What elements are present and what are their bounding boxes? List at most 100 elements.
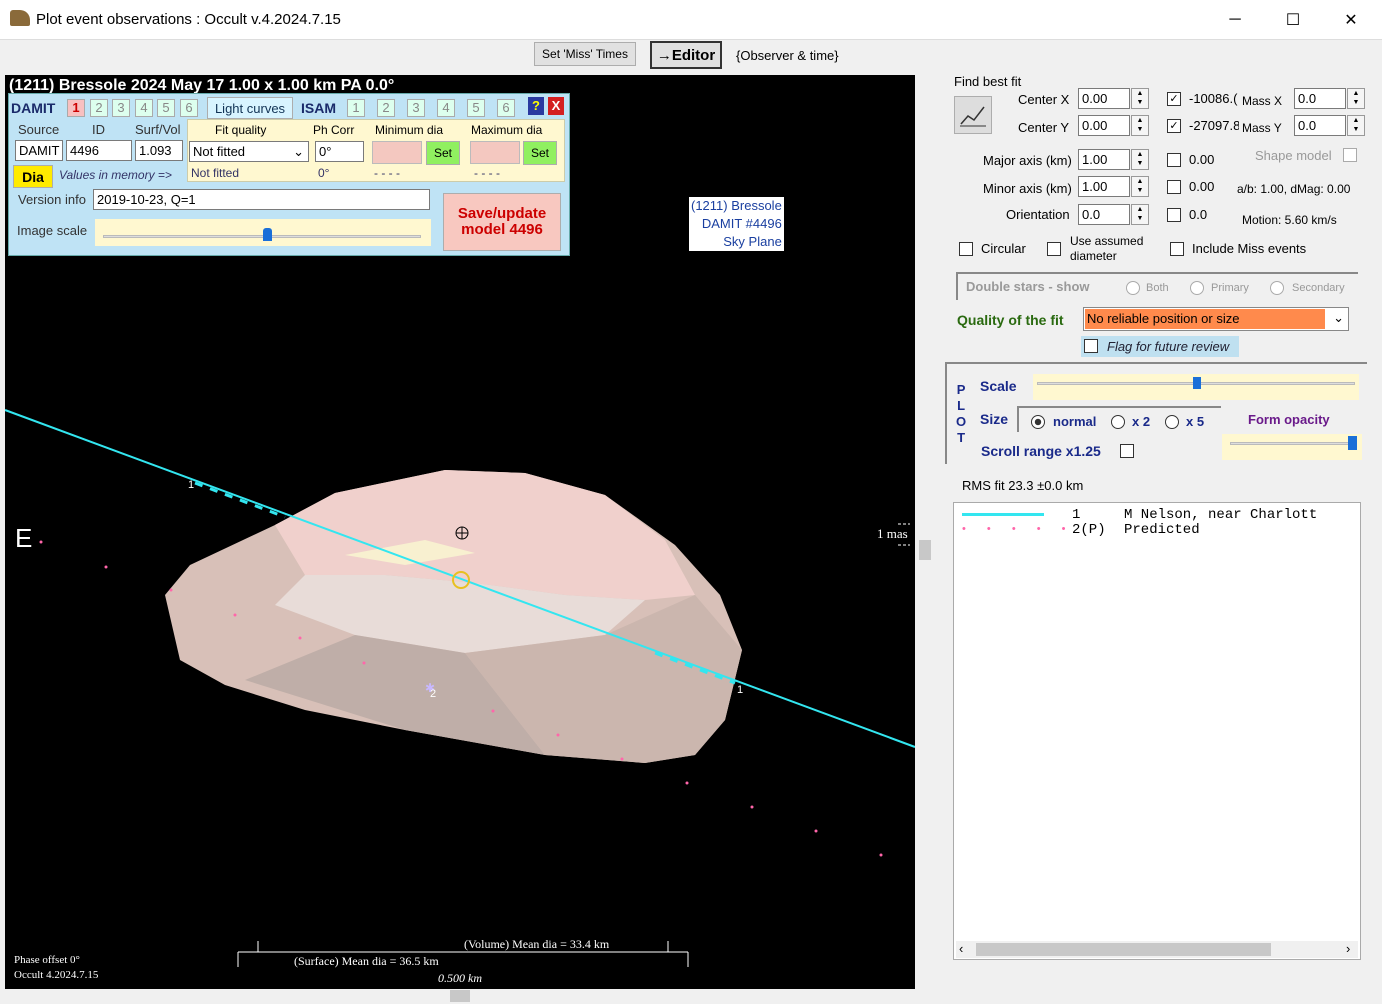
source-field[interactable]: DAMIT	[15, 140, 63, 161]
predicted-label: 2	[430, 688, 437, 700]
size-label: Size	[980, 411, 1009, 427]
center-x-field[interactable]: 0.00	[1078, 88, 1130, 109]
damit-tab-4[interactable]: 4	[135, 99, 153, 117]
plot-hscrollbar[interactable]	[5, 989, 915, 1003]
surface-dia: (Surface) Mean dia = 36.5 km	[294, 954, 439, 968]
damit-tab-2[interactable]: 2	[90, 99, 108, 117]
form-opacity-label: Form opacity	[1248, 412, 1330, 427]
quality-select[interactable]: No reliable position or size ⌄	[1083, 307, 1349, 331]
minimize-button[interactable]: ─	[1206, 0, 1264, 40]
image-scale-thumb[interactable]	[263, 228, 272, 241]
id-field[interactable]: 4496	[66, 140, 132, 161]
scroll-range-label: Scroll range x1.25	[981, 443, 1101, 459]
chord-label-2: 1	[737, 684, 744, 696]
light-curves-button[interactable]: Light curves	[207, 97, 293, 119]
scale-slider[interactable]	[1033, 374, 1359, 400]
fit-quality-select[interactable]: Not fitted ⌄	[189, 141, 309, 162]
scroll-left-icon[interactable]: ‹	[959, 941, 963, 956]
shape-model-panel: DAMIT 1 2 3 4 5 6 Light curves ISAM 1 2 …	[8, 93, 570, 256]
app-icon	[10, 10, 30, 26]
min-dia-field[interactable]	[372, 141, 422, 164]
panel-close-button[interactable]: X	[548, 97, 564, 115]
save-update-model-button[interactable]: Save/update model 4496	[443, 193, 561, 251]
isam-tab-3[interactable]: 3	[407, 99, 425, 117]
orientation-spinner[interactable]: ▲ ▼	[1131, 204, 1149, 225]
isam-tab-1[interactable]: 1	[347, 99, 365, 117]
center-y-field[interactable]: 0.00	[1078, 115, 1130, 136]
both-radio[interactable]	[1126, 281, 1140, 295]
damit-label: DAMIT	[11, 100, 56, 116]
observer-legend-list[interactable]: 1 M Nelson, near Charlott • • • • • 2(P)…	[953, 502, 1361, 960]
damit-tab-1[interactable]: 1	[67, 99, 85, 117]
center-x-spinner[interactable]: ▲ ▼	[1131, 88, 1149, 109]
plot-vscrollbar[interactable]	[917, 75, 933, 989]
flag-review-checkbox[interactable]	[1084, 339, 1098, 353]
circular-checkbox[interactable]	[959, 242, 973, 256]
maximize-button[interactable]: ☐	[1264, 0, 1322, 40]
shape-model-checkbox[interactable]	[1343, 148, 1357, 162]
orientation-field[interactable]: 0.0	[1078, 204, 1130, 225]
mass-y-spinner[interactable]: ▲ ▼	[1347, 115, 1365, 136]
legend-scroll-thumb[interactable]	[976, 943, 1271, 956]
object-label-plane: Sky Plane	[723, 234, 782, 249]
rms-fit: RMS fit 23.3 ±0.0 km	[962, 478, 1084, 493]
close-button[interactable]: ✕	[1322, 0, 1380, 40]
isam-tab-5[interactable]: 5	[467, 99, 485, 117]
form-opacity-slider[interactable]	[1222, 434, 1362, 460]
scale-thumb[interactable]	[1193, 377, 1201, 389]
center-y-spinner[interactable]: ▲ ▼	[1131, 115, 1149, 136]
minor-axis-checkbox[interactable]	[1167, 180, 1181, 194]
secondary-radio[interactable]	[1270, 281, 1284, 295]
center-x-label: Center X	[1018, 92, 1070, 107]
mass-x-spinner[interactable]: ▲ ▼	[1347, 88, 1365, 109]
damit-tab-6[interactable]: 6	[180, 99, 198, 117]
observer-time-label[interactable]: {Observer & time}	[736, 48, 839, 63]
help-button[interactable]: ?	[528, 97, 544, 115]
mass-y-field[interactable]: 0.0	[1294, 115, 1346, 136]
set-min-dia-button[interactable]: Set	[426, 141, 460, 165]
isam-tab-4[interactable]: 4	[437, 99, 455, 117]
form-opacity-thumb[interactable]	[1348, 436, 1357, 450]
dia-button[interactable]: Dia	[13, 165, 53, 188]
center-x-checkbox[interactable]: ✓	[1167, 92, 1181, 106]
object-label-box: (1211) Bressole DAMIT #4496 Sky Plane	[689, 197, 784, 251]
center-y-checkbox[interactable]: ✓	[1167, 119, 1181, 133]
damit-tab-5[interactable]: 5	[157, 99, 175, 117]
legend-num-2: 2(P)	[1072, 522, 1106, 538]
include-miss-checkbox[interactable]	[1170, 242, 1184, 256]
size-x5-radio[interactable]	[1165, 415, 1179, 429]
image-scale-slider[interactable]	[95, 219, 431, 246]
primary-label: Primary	[1211, 282, 1249, 294]
use-assumed-checkbox[interactable]	[1047, 242, 1061, 256]
find-best-fit-button[interactable]	[954, 96, 992, 134]
size-normal-radio[interactable]	[1031, 415, 1045, 429]
mass-x-field[interactable]: 0.0	[1294, 88, 1346, 109]
use-assumed-label: Use assumed diameter	[1070, 234, 1144, 263]
isam-tab-2[interactable]: 2	[377, 99, 395, 117]
major-axis-field[interactable]: 1.00	[1078, 149, 1130, 170]
primary-radio[interactable]	[1190, 281, 1204, 295]
minor-axis-field[interactable]: 1.00	[1078, 176, 1130, 197]
circular-label: Circular	[981, 241, 1026, 256]
isam-tab-6[interactable]: 6	[497, 99, 515, 117]
phase-offset: Phase offset 0°	[14, 954, 80, 966]
set-max-dia-button[interactable]: Set	[523, 141, 557, 165]
minor-axis-spinner[interactable]: ▲ ▼	[1131, 176, 1149, 197]
max-dia-field[interactable]	[470, 141, 520, 164]
ph-corr-field[interactable]: 0°	[315, 141, 364, 162]
editor-button[interactable]: →Editor	[650, 41, 722, 69]
major-axis-checkbox[interactable]	[1167, 153, 1181, 167]
orientation-checkbox[interactable]	[1167, 208, 1181, 222]
memory-max: - - - -	[474, 166, 500, 180]
double-stars-label: Double stars - show	[966, 279, 1090, 294]
major-axis-spinner[interactable]: ▲ ▼	[1131, 149, 1149, 170]
plot-version: Occult 4.2024.7.15	[14, 969, 99, 981]
damit-tab-3[interactable]: 3	[112, 99, 130, 117]
scroll-right-icon[interactable]: ›	[1346, 941, 1350, 956]
size-x2-radio[interactable]	[1111, 415, 1125, 429]
legend-hscrollbar[interactable]: ‹ ›	[956, 941, 1358, 958]
version-info-field[interactable]: 2019-10-23, Q=1	[93, 189, 430, 210]
set-miss-times-button[interactable]: Set 'Miss' Times	[534, 42, 636, 66]
east-label: E	[15, 523, 33, 553]
scroll-range-checkbox[interactable]	[1120, 444, 1134, 458]
